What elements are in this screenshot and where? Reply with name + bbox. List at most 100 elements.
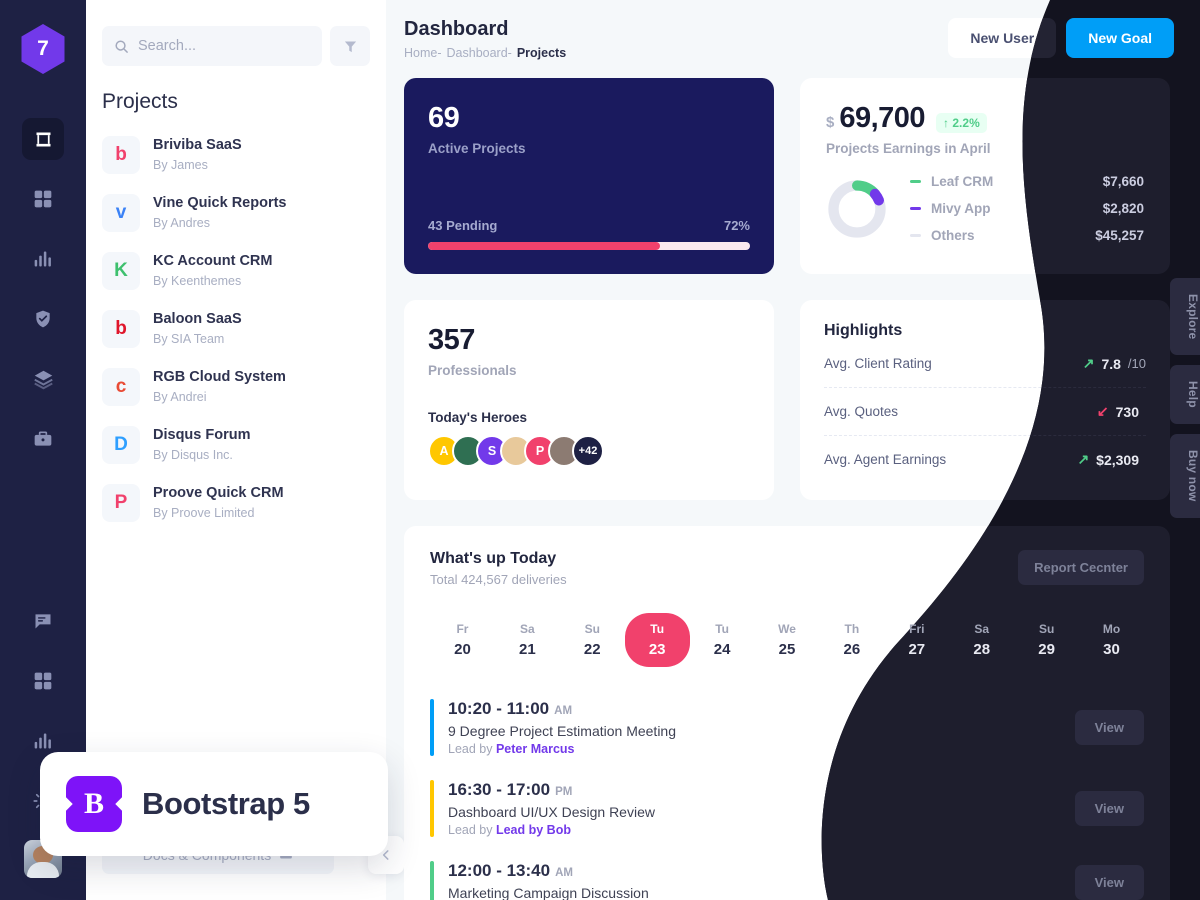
rail-item-shield-check-icon[interactable]: [22, 298, 64, 340]
active-projects-count: 69: [428, 102, 460, 134]
active-projects-card: 69 Active Projects 43 Pending 72%: [404, 78, 774, 274]
project-author: By Andrei: [153, 389, 207, 404]
rail-item-chart-bars-icon[interactable]: [22, 238, 64, 280]
day-number: 28: [973, 641, 991, 658]
search-placeholder: Search...: [138, 38, 197, 54]
rail-items: [22, 118, 64, 460]
highlight-label: Avg. Client Rating: [824, 356, 932, 371]
project-text: RGB Cloud System By Andrei: [153, 368, 286, 406]
edge-tab-buy-now[interactable]: Buy now: [1170, 434, 1200, 518]
rail-item-layers-icon[interactable]: [22, 358, 64, 400]
professionals-label: Professionals: [428, 363, 517, 378]
day-name: Tu: [715, 622, 729, 636]
day-number: 23: [648, 641, 666, 658]
project-author: By Andres: [153, 215, 210, 230]
calendar-day[interactable]: Mo 30: [1079, 613, 1144, 667]
active-projects-label: Active Projects: [428, 141, 526, 156]
view-button[interactable]: View: [1075, 865, 1144, 900]
event-title: Marketing Campaign Discussion: [448, 885, 649, 900]
legend-dash-icon: [910, 180, 921, 183]
event-lead-name: Lead by Bob: [495, 823, 571, 837]
legend-dash-icon: [910, 207, 921, 210]
project-list-item[interactable]: v Vine Quick Reports By Andres: [102, 184, 370, 242]
breadcrumb-item[interactable]: Dashboard-: [447, 46, 512, 60]
filter-button[interactable]: [330, 26, 370, 66]
highlight-value-group: ↗ $2,309: [1077, 451, 1146, 468]
project-list-item[interactable]: b Baloon SaaS By SIA Team: [102, 300, 370, 358]
project-text: Baloon SaaS By SIA Team: [153, 310, 242, 348]
project-logo-icon: K: [102, 252, 140, 290]
breadcrumb-item[interactable]: Projects: [517, 46, 566, 60]
progress-labels: 43 Pending 72%: [428, 218, 750, 233]
project-text: Disqus Forum By Disqus Inc.: [153, 426, 250, 464]
project-logo-icon: v: [102, 194, 140, 232]
day-number: 26: [843, 641, 861, 658]
project-logo-icon: b: [102, 136, 140, 174]
event-title: Dashboard UI/UX Design Review: [448, 804, 655, 820]
donut-chart: [828, 179, 886, 238]
rail-item-chat-icon[interactable]: [22, 600, 64, 642]
project-text: Proove Quick CRM By Proove Limited: [153, 484, 284, 522]
event-ampm: AM: [554, 705, 573, 717]
event-time: 10:20 - 11:00: [448, 699, 550, 718]
calendar-day[interactable]: Su 22: [560, 613, 625, 667]
project-author: By SIA Team: [153, 331, 225, 346]
project-list-item[interactable]: P Proove Quick CRM By Proove Limited: [102, 474, 370, 532]
panel-title: Projects: [102, 90, 178, 113]
page-heading: Dashboard Home- Dashboard- Projects: [404, 18, 566, 60]
rail-item-grid-icon[interactable]: [22, 178, 64, 220]
legend-label: Leaf CRM: [931, 174, 994, 189]
new-goal-button[interactable]: New Goal: [1066, 18, 1174, 58]
highlight-value-group: ↙ 730: [1097, 403, 1146, 420]
earnings-delta-badge: ↑ 2.2%: [936, 113, 987, 133]
day-name: Su: [584, 622, 600, 636]
event-time: 16:30 - 17:00: [448, 780, 551, 799]
search-input[interactable]: Search...: [102, 26, 322, 66]
rail-item-projects-icon[interactable]: [22, 118, 64, 160]
rail-item-grid-icon-2[interactable]: [22, 660, 64, 702]
view-button[interactable]: View: [1075, 791, 1144, 826]
bootstrap-badge: B Bootstrap 5: [40, 752, 388, 856]
calendar-day[interactable]: Su 29: [1014, 613, 1079, 667]
project-list-item[interactable]: b Briviba SaaS By James: [102, 126, 370, 184]
calendar-day[interactable]: Tu 24: [690, 613, 755, 667]
project-name: KC Account CRM: [153, 253, 273, 270]
project-name: RGB Cloud System: [153, 369, 286, 386]
project-logo-icon: c: [102, 368, 140, 406]
project-logo-icon: D: [102, 426, 140, 464]
panel-search-row: Search...: [86, 0, 386, 66]
day-number: 22: [583, 641, 601, 658]
day-name: Fr: [456, 622, 469, 636]
calendar-day[interactable]: Fr 20: [430, 613, 495, 667]
event-time-row: 10:20 - 11:00 AM: [448, 699, 676, 719]
bootstrap-badge-label: Bootstrap 5: [142, 786, 310, 821]
edge-tab-explore[interactable]: Explore: [1170, 278, 1200, 356]
edge-tab-help[interactable]: Help: [1170, 365, 1200, 425]
project-name: Proove Quick CRM: [153, 485, 284, 502]
app-logo[interactable]: 7: [21, 24, 65, 74]
event-lead: Lead by Lead by Bob: [448, 823, 655, 837]
highlight-value-group: ↗ 7.8/10: [1083, 355, 1146, 372]
project-list-item[interactable]: D Disqus Forum By Disqus Inc.: [102, 416, 370, 474]
hero-avatar-initial[interactable]: +42: [572, 435, 604, 467]
project-text: Briviba SaaS By James: [153, 136, 242, 174]
calendar-day[interactable]: Sa 21: [495, 613, 560, 667]
breadcrumb-item[interactable]: Home-: [404, 46, 442, 60]
calendar-day[interactable]: We 25: [755, 613, 820, 667]
view-button[interactable]: View: [1075, 710, 1144, 745]
calendar-day[interactable]: Sa 28: [949, 613, 1014, 667]
project-list-item[interactable]: K KC Account CRM By Keenthemes: [102, 242, 370, 300]
project-logo-icon: P: [102, 484, 140, 522]
rail-item-briefcase-icon[interactable]: [22, 418, 64, 460]
heroes-avatars: ASP+42: [428, 435, 750, 467]
calendar-day[interactable]: Th 26: [819, 613, 884, 667]
project-list-item[interactable]: c RGB Cloud System By Andrei: [102, 358, 370, 416]
legend-label: Mivy App: [931, 201, 991, 216]
project-name: Baloon SaaS: [153, 311, 242, 328]
project-author: By Keenthemes: [153, 273, 242, 288]
report-center-button[interactable]: Report Cecnter: [1018, 550, 1144, 585]
calendar-day[interactable]: Tu 23: [624, 613, 690, 667]
project-author: By James: [153, 157, 208, 172]
project-name: Briviba SaaS: [153, 137, 242, 154]
heroes-label: Today's Heroes: [428, 410, 527, 425]
